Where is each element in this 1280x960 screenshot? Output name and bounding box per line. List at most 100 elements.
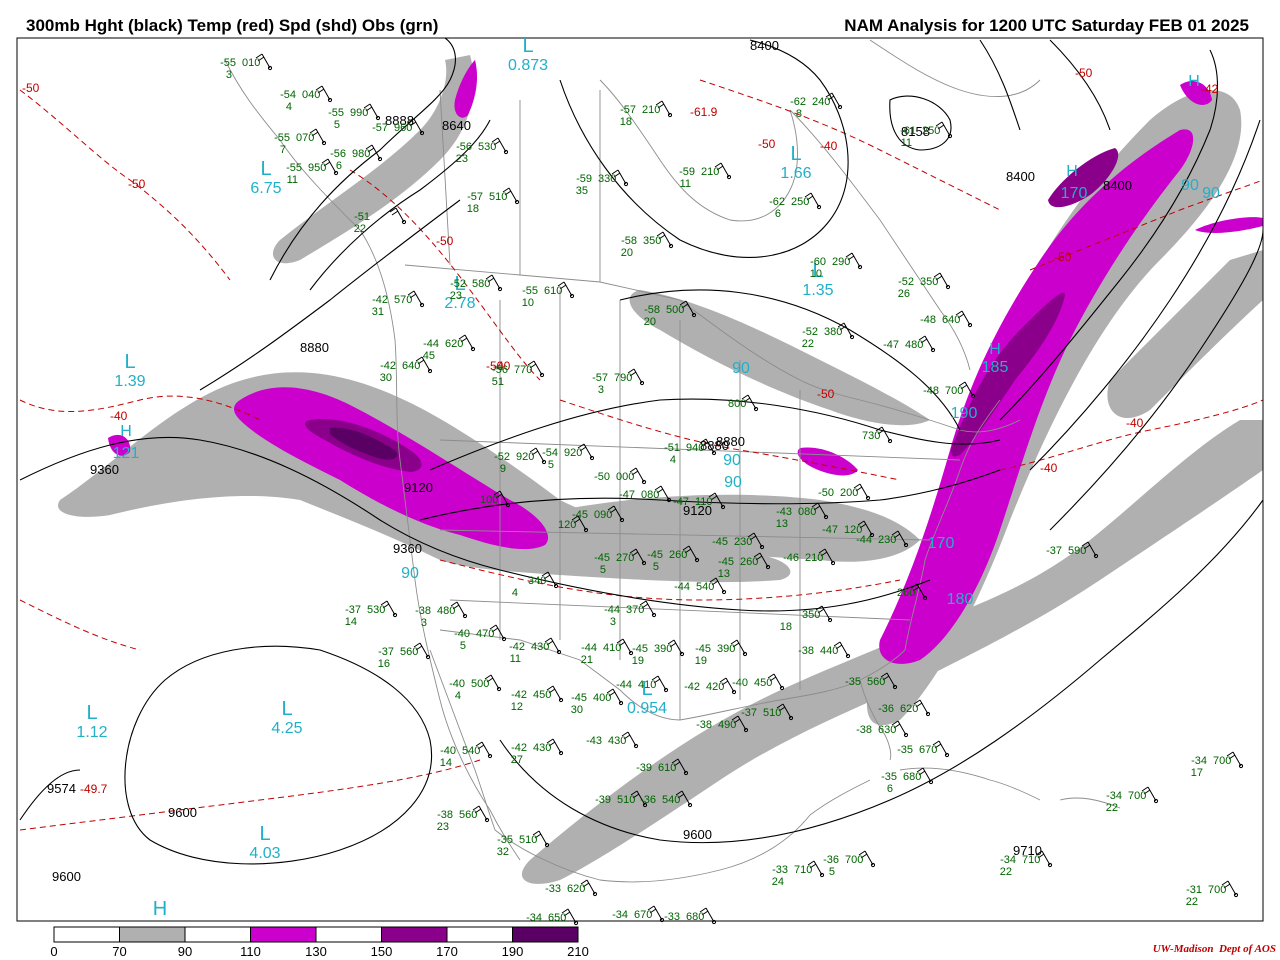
jet-speed-label: 170 bbox=[1061, 185, 1088, 202]
jet-speed-label: 90 bbox=[723, 452, 741, 469]
obs-temp: -56 bbox=[330, 148, 346, 160]
colorbar-segment bbox=[381, 926, 448, 943]
station-ob: -45 390 19 bbox=[632, 639, 685, 667]
obs-temp: -57 bbox=[620, 104, 636, 116]
obs-temp: -42 bbox=[509, 641, 525, 653]
obs-dewpoint-depression: 31 bbox=[372, 306, 384, 318]
height-8400-hudson bbox=[559, 39, 849, 258]
obs-temp: -44 bbox=[604, 604, 620, 616]
obs-height: 510 bbox=[489, 191, 507, 203]
obs-height: 260 bbox=[740, 556, 758, 568]
obs-height: 670 bbox=[919, 744, 937, 756]
obs-temp: -42 bbox=[380, 360, 396, 372]
station-ob: -52 350 26 bbox=[898, 272, 951, 300]
station-ob: -44 370 3 bbox=[604, 600, 657, 628]
jet-speed-label: 90 bbox=[732, 360, 750, 377]
jet-speed-label: 180 bbox=[947, 591, 974, 608]
obs-temp: -45 bbox=[632, 643, 648, 655]
speed-colorbar: 0 70 90 110 130 150 170 190 210 bbox=[50, 926, 589, 959]
obs-height: 500 bbox=[666, 304, 684, 316]
obs-height: 700 bbox=[1208, 884, 1226, 896]
center-value: 6.75 bbox=[250, 180, 281, 197]
obs-height: 540 bbox=[462, 745, 480, 757]
obs-height: 210 bbox=[642, 104, 660, 116]
obs-height: 390 bbox=[717, 643, 735, 655]
obs-dewpoint-depression: 22 bbox=[354, 223, 366, 235]
station-ob: -34 700 17 bbox=[1191, 751, 1244, 779]
center-value: 0.954 bbox=[627, 700, 667, 717]
obs-height: 350 bbox=[643, 235, 661, 247]
obs-height: 250 bbox=[922, 125, 940, 137]
obs-temp: -48 bbox=[923, 385, 939, 397]
obs-dewpoint-depression: 5 bbox=[334, 119, 340, 131]
obs-temp: -58 bbox=[644, 304, 660, 316]
colorbar-segment bbox=[512, 926, 579, 943]
colorbar-segment bbox=[53, 926, 120, 943]
temp-label: -50 bbox=[758, 137, 776, 151]
center-value: 4.03 bbox=[249, 845, 280, 862]
obs-height: 420 bbox=[706, 681, 724, 693]
obs-temp: -42 bbox=[372, 294, 388, 306]
station-ob: -56 770 51 bbox=[492, 360, 545, 388]
obs-temp: -40 bbox=[440, 745, 456, 757]
obs-temp: -33 bbox=[772, 864, 788, 876]
obs-temp: -38 bbox=[856, 724, 872, 736]
obs-dewpoint-depression: 23 bbox=[450, 290, 462, 302]
center-letter: L bbox=[86, 702, 97, 724]
obs-temp: -35 bbox=[881, 771, 897, 783]
station-ob: -47 480 bbox=[883, 335, 936, 353]
obs-dewpoint-depression: 5 bbox=[653, 561, 659, 573]
obs-temp: -37 bbox=[345, 604, 361, 616]
obs-dewpoint-depression: 30 bbox=[380, 372, 392, 384]
obs-temp: -55 bbox=[274, 132, 290, 144]
station-ob: -38 480 3 bbox=[415, 601, 468, 629]
obs-height: 490 bbox=[718, 719, 736, 731]
station-ob: 730 bbox=[862, 426, 893, 444]
station-ob: -54 920 5 bbox=[542, 443, 595, 471]
station-ob: -55 070 7 bbox=[274, 128, 327, 156]
obs-height: 370 bbox=[626, 604, 644, 616]
obs-temp: -46 bbox=[783, 552, 799, 564]
obs-height: 080 bbox=[641, 489, 659, 501]
obs-dewpoint-depression: 20 bbox=[621, 247, 633, 259]
station-ob: -42 450 12 bbox=[511, 685, 564, 713]
obs-dewpoint-depression: 8 bbox=[796, 108, 802, 120]
obs-height: 650 bbox=[548, 912, 566, 924]
obs-dewpoint-depression: 20 bbox=[644, 316, 656, 328]
obs-temp: -50 bbox=[594, 471, 610, 483]
obs-temp: -45 bbox=[647, 549, 663, 561]
center-letter: H bbox=[153, 898, 167, 920]
temp-label: -40 bbox=[820, 139, 838, 153]
obs-height: 250 bbox=[791, 196, 809, 208]
station-ob: -57 960 bbox=[372, 118, 425, 136]
obs-temp: -45 bbox=[718, 556, 734, 568]
obs-dewpoint-depression: 3 bbox=[421, 617, 427, 629]
station-ob: -38 440 bbox=[798, 641, 851, 659]
obs-temp: -40 bbox=[732, 677, 748, 689]
obs-height: 260 bbox=[897, 587, 915, 599]
obs-dewpoint-depression: 14 bbox=[345, 616, 357, 628]
center-value: 0.873 bbox=[508, 57, 548, 74]
yucatan bbox=[809, 779, 871, 816]
obs-height: 500 bbox=[471, 678, 489, 690]
obs-height: 700 bbox=[1213, 755, 1231, 767]
obs-height: 430 bbox=[533, 742, 551, 754]
obs-temp: -33 bbox=[664, 911, 680, 923]
obs-temp: -40 bbox=[454, 628, 470, 640]
station-ob: -57 210 18 bbox=[620, 100, 673, 128]
obs-temp: -34 bbox=[612, 909, 628, 921]
height-label: 9360 bbox=[90, 462, 119, 477]
obs-height: 410 bbox=[638, 679, 656, 691]
obs-dewpoint-depression: 3 bbox=[610, 616, 616, 628]
station-ob: -33 620 bbox=[545, 879, 598, 897]
height-label: 8400 bbox=[1006, 169, 1035, 184]
temp-label: -40 bbox=[110, 409, 128, 423]
obs-height: 350 bbox=[920, 276, 938, 288]
obs-temp: -47 bbox=[673, 496, 689, 508]
obs-height: 350 bbox=[802, 609, 820, 621]
obs-temp: -48 bbox=[920, 314, 936, 326]
station-ob: -44 410 21 bbox=[581, 638, 634, 666]
height-label: 8400 bbox=[1103, 178, 1132, 193]
obs-height: 560 bbox=[867, 676, 885, 688]
obs-dewpoint-depression: 27 bbox=[511, 754, 523, 766]
